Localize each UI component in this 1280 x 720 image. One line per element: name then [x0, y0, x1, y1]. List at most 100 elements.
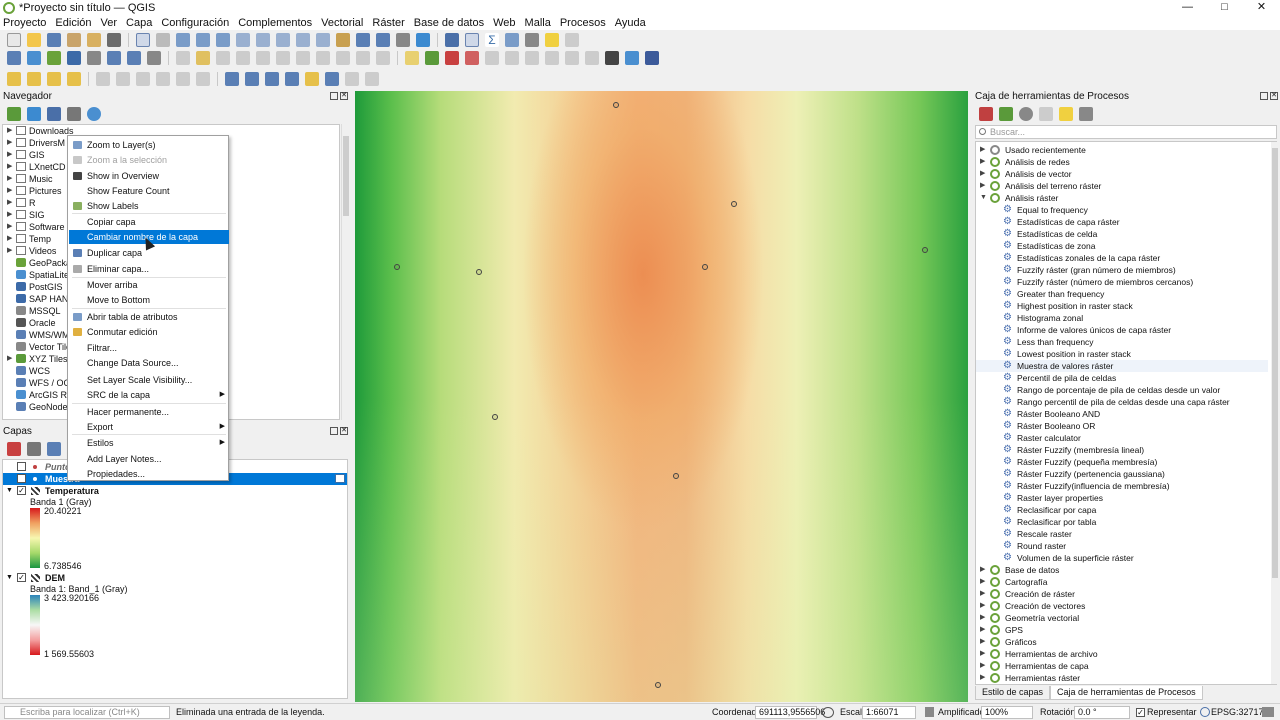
- context-menu-item[interactable]: Mover arriba: [69, 278, 229, 292]
- expand-arrow-icon[interactable]: ▶: [980, 564, 985, 576]
- measure-dropdown-icon[interactable]: [525, 32, 539, 47]
- layout-manager-icon[interactable]: [87, 32, 101, 47]
- add-feature-icon[interactable]: [236, 51, 250, 65]
- menu-proyecto[interactable]: Proyecto: [3, 17, 46, 29]
- tracing-icon[interactable]: [245, 72, 259, 86]
- processing-algorithm[interactable]: ⚙ Ráster Fuzzify (pequeña membresía): [976, 456, 1268, 468]
- merge-features-icon[interactable]: [365, 72, 379, 86]
- expand-arrow-icon[interactable]: ▶: [980, 636, 985, 648]
- processing-group[interactable]: ▶ Creación de ráster: [976, 588, 1268, 600]
- layer-visibility-checkbox[interactable]: ✓: [17, 474, 26, 483]
- identify-icon[interactable]: [445, 32, 459, 47]
- processing-group[interactable]: ▶ Base de datos: [976, 564, 1268, 576]
- expand-arrow-icon[interactable]: ▶: [980, 648, 985, 660]
- paste-features-icon[interactable]: [336, 51, 350, 65]
- manage-visibility-icon[interactable]: [47, 442, 61, 456]
- expand-arrow-icon[interactable]: ▶: [7, 149, 12, 161]
- menu-base-de-datos[interactable]: Base de datos: [414, 17, 484, 29]
- processing-algorithm[interactable]: ⚙ Round raster: [976, 540, 1268, 552]
- expand-arrow-icon[interactable]: ▶: [980, 168, 985, 180]
- snapping-icon[interactable]: [225, 72, 239, 86]
- processing-algorithm[interactable]: ⚙ Ráster Fuzzify (membresía lineal): [976, 444, 1268, 456]
- simplify-icon[interactable]: [136, 72, 150, 86]
- processing-algorithm[interactable]: ⚙ Volumen de la superficie ráster: [976, 552, 1268, 564]
- layer-visibility-checkbox[interactable]: ✓: [17, 486, 26, 495]
- label-pin-icon[interactable]: [425, 51, 439, 65]
- expand-arrow-icon[interactable]: ▶: [7, 173, 12, 185]
- processing-group[interactable]: ▼ Análisis ráster: [976, 192, 1268, 204]
- zoom-selection-icon[interactable]: [236, 32, 250, 47]
- layer-indicator-icon[interactable]: [335, 474, 345, 483]
- zoom-next-icon[interactable]: [316, 32, 330, 47]
- expand-arrow-icon[interactable]: ▶: [7, 137, 12, 149]
- context-menu-item[interactable]: Hacer permanente...: [69, 405, 229, 419]
- processing-algorithm[interactable]: ⚙ Rango de porcentaje de pila de celdas d…: [976, 384, 1268, 396]
- topology-icon[interactable]: [265, 72, 279, 86]
- models-icon[interactable]: [979, 107, 993, 121]
- rotate-feature-icon[interactable]: [116, 72, 130, 86]
- collapse-all-icon[interactable]: [67, 107, 81, 121]
- processing-algorithm[interactable]: ⚙ Informe de valores únicos de capa ráste…: [976, 324, 1268, 336]
- context-menu-item[interactable]: Export ▶: [69, 420, 229, 434]
- processing-group[interactable]: ▶ GPS: [976, 624, 1268, 636]
- layer-visibility-checkbox[interactable]: ✓: [17, 573, 26, 582]
- python-console-icon[interactable]: [625, 51, 639, 65]
- offset-curve-icon[interactable]: [325, 72, 339, 86]
- expand-arrow-icon[interactable]: ▼: [980, 192, 987, 204]
- menu-ayuda[interactable]: Ayuda: [615, 17, 646, 29]
- digitize-icon[interactable]: [67, 51, 81, 65]
- expand-arrow-icon[interactable]: ▶: [980, 600, 985, 612]
- zoom-full-icon[interactable]: [216, 32, 230, 47]
- context-menu-item[interactable]: Conmutar edición: [69, 325, 229, 339]
- expand-arrow-icon[interactable]: ▶: [980, 156, 985, 168]
- expand-arrow-icon[interactable]: ▶: [7, 197, 12, 209]
- zoom-out-icon[interactable]: [196, 32, 210, 47]
- processing-group[interactable]: ▶ Herramientas de capa: [976, 660, 1268, 672]
- processing-group[interactable]: ▶ Análisis de redes: [976, 156, 1268, 168]
- diagram-tool-icon[interactable]: [525, 51, 539, 65]
- context-menu-item[interactable]: Move to Bottom: [69, 293, 229, 307]
- style-manager-icon[interactable]: [107, 32, 121, 47]
- processing-group[interactable]: ▶ Geometría vectorial: [976, 612, 1268, 624]
- add-vector-icon[interactable]: [27, 51, 41, 65]
- processing-group[interactable]: ▶ Usado recientemente: [976, 144, 1268, 156]
- reshape-icon[interactable]: [305, 72, 319, 86]
- add-part-icon[interactable]: [176, 72, 190, 86]
- undo-icon[interactable]: [356, 51, 370, 65]
- expand-arrow-icon[interactable]: ▼: [6, 485, 13, 497]
- context-menu-item[interactable]: Change Data Source...: [69, 356, 229, 370]
- add-wfs-icon[interactable]: [147, 51, 161, 65]
- processing-algorithm[interactable]: ⚙ Estadísticas zonales de la capa ráster: [976, 252, 1268, 264]
- label-tool-icon[interactable]: [405, 51, 419, 65]
- menu-web[interactable]: Web: [493, 17, 515, 29]
- processing-algorithm[interactable]: ⚙ Ráster Fuzzify (pertenencia gaussiana): [976, 468, 1268, 480]
- add-raster-icon[interactable]: [47, 51, 61, 65]
- processing-algorithm[interactable]: ⚙ Muestra de valores ráster: [976, 360, 1268, 372]
- annotation-icon[interactable]: [545, 32, 559, 47]
- zoom-layer-icon[interactable]: [256, 32, 270, 47]
- label-options-icon[interactable]: [585, 51, 599, 65]
- label-rules-icon[interactable]: [565, 51, 579, 65]
- add-mesh-icon[interactable]: [87, 51, 101, 65]
- expand-arrow-icon[interactable]: ▶: [7, 245, 12, 257]
- expand-arrow-icon[interactable]: ▶: [7, 233, 12, 245]
- expand-arrow-icon[interactable]: ▶: [7, 353, 12, 365]
- fill-ring-icon[interactable]: [196, 72, 210, 86]
- context-menu-item[interactable]: Abrir tabla de atributos: [69, 310, 229, 324]
- scale-field[interactable]: 1:66071: [862, 706, 916, 719]
- expand-arrow-icon[interactable]: ▶: [980, 624, 985, 636]
- processing-algorithm[interactable]: ⚙ Highest position in raster stack: [976, 300, 1268, 312]
- redo-icon[interactable]: [376, 51, 390, 65]
- processing-algorithm[interactable]: ⚙ Fuzzify ráster (número de miembros cerc…: [976, 276, 1268, 288]
- context-menu-item[interactable]: Show in Overview: [69, 169, 229, 183]
- zoom-last-icon[interactable]: [296, 32, 310, 47]
- context-menu-item[interactable]: Estilos ▶: [69, 436, 229, 450]
- save-edits-icon[interactable]: [216, 51, 230, 65]
- plugin-manager-icon[interactable]: [605, 51, 619, 65]
- processing-group[interactable]: ▶ Análisis de vector: [976, 168, 1268, 180]
- pan-to-selection-icon[interactable]: [156, 32, 170, 47]
- menu-raster[interactable]: Ráster: [372, 17, 404, 29]
- context-menu-item[interactable]: Zoom a la selección: [69, 153, 229, 167]
- info-icon[interactable]: [87, 107, 101, 121]
- context-menu-item[interactable]: SRC de la capa ▶: [69, 388, 229, 402]
